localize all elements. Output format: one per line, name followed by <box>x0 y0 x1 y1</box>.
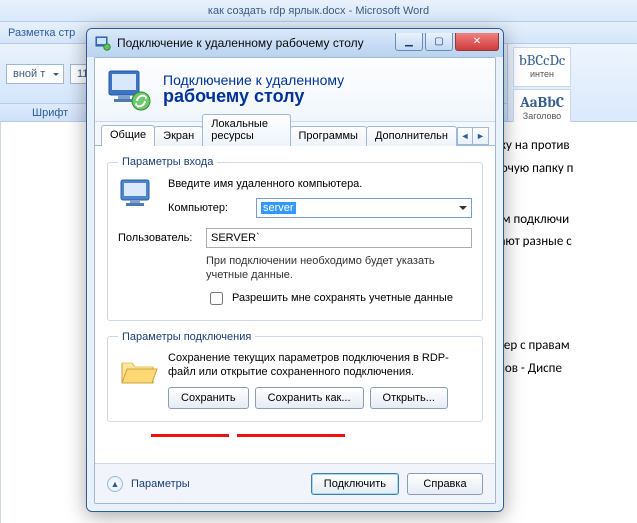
tab-local-resources[interactable]: Локальные ресурсы <box>202 114 290 146</box>
save-creds-checkbox[interactable]: Разрешить мне сохранять учетные данные <box>206 289 472 308</box>
styles-gallery[interactable]: bBCcDc интен AaBbC Заголово <box>507 44 637 122</box>
rdp-footer: ▲ Параметры Подключить Справка <box>95 463 495 503</box>
ribbon-group-font: Шрифт <box>8 107 68 119</box>
style-1-name: интен <box>514 69 570 79</box>
user-label: Пользователь: <box>118 232 198 244</box>
group-login-legend: Параметры входа <box>118 156 217 168</box>
tab-display[interactable]: Экран <box>154 126 203 146</box>
rdp-title-text: Подключение к удаленному рабочему столу <box>117 36 387 50</box>
computer-label: Компьютер: <box>168 202 248 214</box>
connection-text: Сохранение текущих параметров подключени… <box>168 351 472 380</box>
rdp-tabstrip: Общие Экран Локальные ресурсы Программы … <box>95 122 495 146</box>
style-box-1[interactable]: bBCcDc интен <box>513 47 571 87</box>
style-2-sample: AaBbC <box>514 90 570 111</box>
tab-programs[interactable]: Программы <box>290 126 367 146</box>
connect-button[interactable]: Подключить <box>311 473 399 495</box>
computer-value: server <box>261 202 296 214</box>
rdp-dialog: Подключение к удаленному рабочему столу … <box>86 28 504 512</box>
font-family-combo[interactable]: вной т <box>6 64 64 84</box>
group-connection-legend: Параметры подключения <box>118 331 255 343</box>
user-input[interactable] <box>206 228 472 248</box>
banner-line-2: рабочему столу <box>163 86 344 107</box>
save-as-button[interactable]: Сохранить как... <box>255 387 364 409</box>
help-button[interactable]: Справка <box>407 473 483 495</box>
group-connection: Параметры подключения Сохранение текущих… <box>107 331 483 423</box>
ribbon-tab-layout[interactable]: Разметка стр <box>8 27 75 39</box>
rdp-banner-icon <box>107 67 153 113</box>
tab-general-body: Параметры входа Введите имя удаленного к… <box>95 146 495 463</box>
style-2-name: Заголово <box>514 111 570 121</box>
maximize-button[interactable]: ▢ <box>425 33 453 51</box>
window-controls: ▁ ▢ ✕ <box>393 33 499 53</box>
computer-combo[interactable]: server <box>256 198 472 218</box>
save-creds-label: Разрешить мне сохранять учетные данные <box>232 292 453 304</box>
word-title-text: как создать rdp ярлык.docx - Microsoft W… <box>208 5 429 17</box>
rdp-app-icon <box>95 35 111 51</box>
group-login: Параметры входа Введите имя удаленного к… <box>107 156 483 321</box>
tab-advanced[interactable]: Дополнительн <box>366 126 457 146</box>
tab-general[interactable]: Общие <box>101 125 155 146</box>
tab-scroll-left[interactable]: ◄ <box>457 127 473 145</box>
open-button[interactable]: Открыть... <box>370 387 448 409</box>
annotation-line <box>237 434 345 437</box>
minimize-button[interactable]: ▁ <box>395 33 423 51</box>
annotation-line <box>151 434 229 437</box>
word-title-bar: как создать rdp ярлык.docx - Microsoft W… <box>0 0 637 22</box>
options-link[interactable]: Параметры <box>131 478 190 490</box>
style-1-sample: bBCcDc <box>514 48 570 69</box>
save-creds-input[interactable] <box>210 292 223 305</box>
tab-scroll: ◄ ► <box>457 127 489 145</box>
font-family-value: вной т <box>13 68 45 80</box>
rdp-title-bar[interactable]: Подключение к удаленному рабочему столу … <box>87 29 503 57</box>
save-button[interactable]: Сохранить <box>168 387 249 409</box>
computer-icon <box>118 176 160 218</box>
rdp-banner: Подключение к удаленному рабочему столу <box>95 58 495 122</box>
folder-icon <box>118 351 160 393</box>
login-note: При подключении необходимо будет указать… <box>206 254 472 283</box>
close-button[interactable]: ✕ <box>455 33 499 51</box>
rdp-banner-text: Подключение к удаленному рабочему столу <box>163 72 344 107</box>
options-toggle-icon[interactable]: ▲ <box>107 476 123 492</box>
tab-scroll-right[interactable]: ► <box>473 127 489 145</box>
login-intro: Введите имя удаленного компьютера. <box>168 178 472 190</box>
